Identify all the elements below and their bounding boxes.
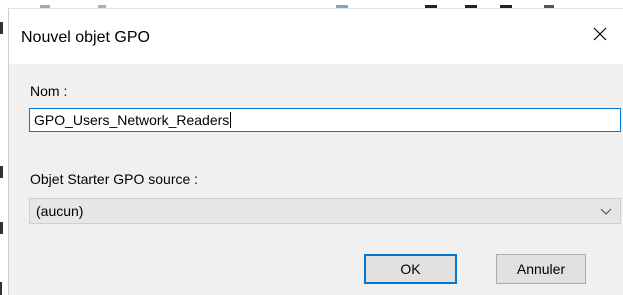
new-gpo-dialog: Nouvel objet GPO Nom : GPO_Users_Network… [8, 8, 623, 295]
cancel-button[interactable]: Annuler [496, 254, 586, 284]
ok-button[interactable]: OK [364, 254, 457, 284]
dialog-title: Nouvel objet GPO [21, 29, 150, 46]
chevron-down-icon [600, 208, 612, 215]
starter-gpo-label: Objet Starter GPO source : [30, 171, 199, 187]
dialog-titlebar: Nouvel objet GPO [9, 9, 623, 57]
starter-gpo-select[interactable]: (aucun) [29, 198, 621, 224]
ok-button-label: OK [400, 261, 421, 277]
name-input-value: GPO_Users_Network_Readers [34, 112, 230, 128]
background-window-edge [0, 0, 623, 8]
close-button[interactable] [585, 19, 615, 49]
dialog-body: Nom : GPO_Users_Network_Readers Objet St… [9, 64, 623, 295]
close-icon [593, 27, 607, 41]
cancel-button-label: Annuler [516, 261, 566, 277]
name-label: Nom : [30, 83, 68, 99]
text-caret [230, 112, 232, 128]
name-input[interactable]: GPO_Users_Network_Readers [29, 108, 621, 132]
screen: Nouvel objet GPO Nom : GPO_Users_Network… [0, 0, 623, 295]
starter-gpo-selected-value: (aucun) [36, 203, 84, 219]
